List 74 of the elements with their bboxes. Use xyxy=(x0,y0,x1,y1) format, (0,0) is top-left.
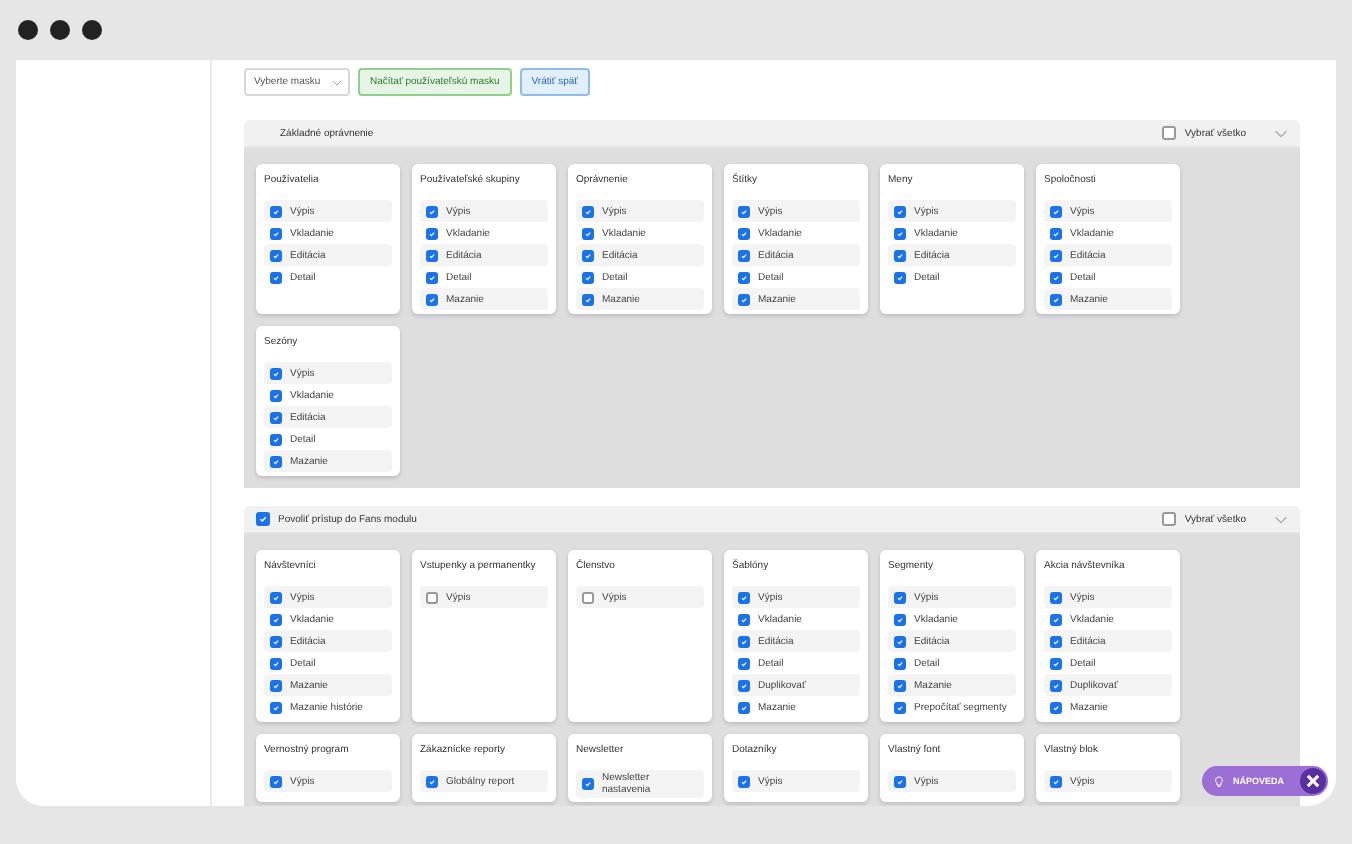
checkbox[interactable] xyxy=(426,205,438,217)
checkbox[interactable] xyxy=(738,635,750,647)
checkbox[interactable] xyxy=(738,775,750,787)
checkbox[interactable] xyxy=(270,205,282,217)
checkbox[interactable] xyxy=(426,591,438,603)
checkbox[interactable] xyxy=(738,613,750,625)
checkbox[interactable] xyxy=(1050,635,1062,647)
checkbox[interactable] xyxy=(1050,227,1062,239)
checkbox[interactable] xyxy=(426,293,438,305)
checkbox[interactable] xyxy=(1050,701,1062,713)
checkbox[interactable] xyxy=(270,249,282,261)
checkbox[interactable] xyxy=(582,227,594,239)
checkbox[interactable] xyxy=(894,249,906,261)
checkbox[interactable] xyxy=(426,249,438,261)
checkbox[interactable] xyxy=(894,635,906,647)
checkbox[interactable] xyxy=(738,657,750,669)
checkbox[interactable] xyxy=(1050,205,1062,217)
checkbox[interactable] xyxy=(894,271,906,283)
close-icon[interactable] xyxy=(1300,768,1326,794)
checkbox[interactable] xyxy=(894,679,906,691)
checkbox[interactable] xyxy=(1050,271,1062,283)
checkbox[interactable] xyxy=(256,512,270,526)
window-dot-icon xyxy=(18,20,38,40)
checkbox[interactable] xyxy=(1050,591,1062,603)
checkbox[interactable] xyxy=(270,701,282,713)
checkbox[interactable] xyxy=(738,679,750,691)
checkbox[interactable] xyxy=(270,657,282,669)
lightbulb-icon xyxy=(1214,775,1225,787)
checkbox[interactable] xyxy=(738,205,750,217)
checkbox[interactable] xyxy=(270,679,282,691)
window-dot-icon xyxy=(82,20,102,40)
checkbox[interactable] xyxy=(1050,657,1062,669)
checkbox[interactable] xyxy=(738,293,750,305)
checkbox[interactable] xyxy=(894,227,906,239)
checkbox[interactable] xyxy=(270,367,282,379)
checkbox[interactable] xyxy=(738,227,750,239)
checkbox[interactable] xyxy=(582,778,594,790)
checkbox[interactable] xyxy=(426,227,438,239)
checkbox[interactable] xyxy=(582,271,594,283)
checkbox[interactable] xyxy=(738,591,750,603)
checkbox[interactable] xyxy=(270,271,282,283)
checkbox[interactable] xyxy=(270,775,282,787)
chevron-down-icon[interactable] xyxy=(332,79,342,85)
checkbox[interactable] xyxy=(582,205,594,217)
checkbox[interactable] xyxy=(270,433,282,445)
checkbox[interactable] xyxy=(426,271,438,283)
checkbox[interactable] xyxy=(894,205,906,217)
checkbox[interactable] xyxy=(270,411,282,423)
checkbox[interactable] xyxy=(894,701,906,713)
checkbox[interactable] xyxy=(426,775,438,787)
checkbox[interactable] xyxy=(270,227,282,239)
checkbox[interactable] xyxy=(1162,512,1177,526)
checkbox[interactable] xyxy=(738,271,750,283)
checkbox[interactable] xyxy=(1050,679,1062,691)
checkbox[interactable] xyxy=(1050,249,1062,261)
checkbox[interactable] xyxy=(270,455,282,467)
checkbox[interactable] xyxy=(894,657,906,669)
checkbox[interactable] xyxy=(894,613,906,625)
checkbox[interactable] xyxy=(582,591,594,603)
checkbox[interactable] xyxy=(1050,293,1062,305)
checkbox[interactable] xyxy=(270,613,282,625)
checkbox[interactable] xyxy=(894,591,906,603)
checkbox[interactable] xyxy=(270,635,282,647)
checkbox[interactable] xyxy=(1050,613,1062,625)
checkbox[interactable] xyxy=(582,249,594,261)
checkbox[interactable] xyxy=(738,701,750,713)
checkbox[interactable] xyxy=(582,293,594,305)
window-dot-icon xyxy=(50,20,70,40)
checkbox[interactable] xyxy=(894,775,906,787)
checkbox[interactable] xyxy=(1050,775,1062,787)
checkbox[interactable] xyxy=(1162,126,1177,140)
checkbox[interactable] xyxy=(738,249,750,261)
checkbox[interactable] xyxy=(270,591,282,603)
checkbox[interactable] xyxy=(270,389,282,401)
